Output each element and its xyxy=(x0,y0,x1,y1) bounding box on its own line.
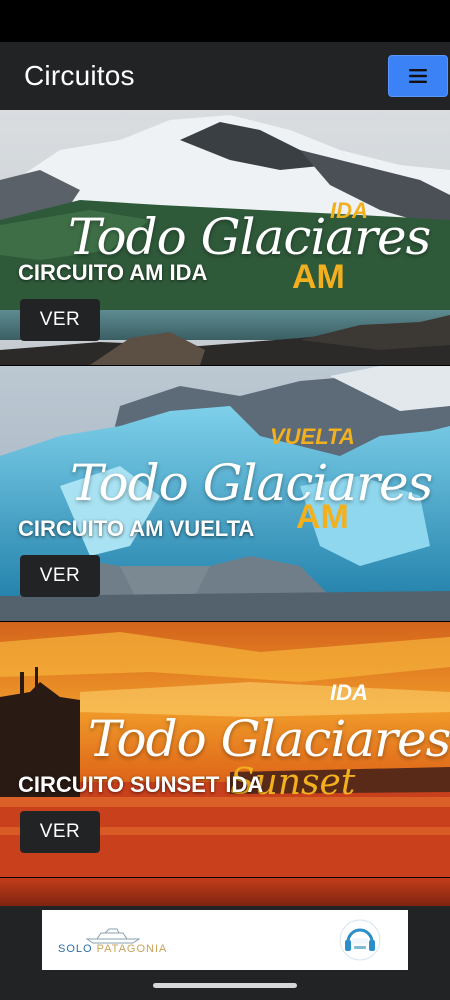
circuit-list: Todo Glaciares IDA AM CIRCUITO AM IDA VE… xyxy=(0,110,450,906)
ver-button[interactable]: VER xyxy=(20,811,100,853)
headphones-logo-icon xyxy=(339,919,381,961)
ver-button[interactable]: VER xyxy=(20,555,100,597)
sponsor-logo-left: SOLO PATAGONIA xyxy=(58,925,167,955)
boat-logo-icon xyxy=(85,928,141,944)
page-title: Circuitos xyxy=(24,60,135,91)
circuit-card-partial[interactable] xyxy=(0,878,450,906)
circuit-card[interactable]: Todo Glaciares IDA Sunset CIRCUITO SUNSE… xyxy=(0,622,450,877)
gesture-nav-handle[interactable] xyxy=(153,983,297,988)
ver-button[interactable]: VER xyxy=(20,299,100,341)
sponsor-banner[interactable]: SOLO PATAGONIA xyxy=(42,910,408,970)
card-title: CIRCUITO SUNSET IDA xyxy=(18,772,264,797)
bottom-area: SOLO PATAGONIA xyxy=(0,906,450,1000)
card-title: CIRCUITO AM IDA xyxy=(18,260,208,285)
app-bar: Circuitos xyxy=(0,42,450,110)
hamburger-menu-icon xyxy=(409,69,427,83)
sponsor-name: SOLO PATAGONIA xyxy=(58,943,168,955)
circuit-card[interactable]: Todo Glaciares IDA AM CIRCUITO AM IDA VE… xyxy=(0,110,450,365)
card-title: CIRCUITO AM VUELTA xyxy=(18,516,255,541)
status-bar xyxy=(0,0,450,42)
menu-button[interactable] xyxy=(388,55,448,97)
circuit-card[interactable]: Todo Glaciares VUELTA AM CIRCUITO AM VUE… xyxy=(0,366,450,621)
